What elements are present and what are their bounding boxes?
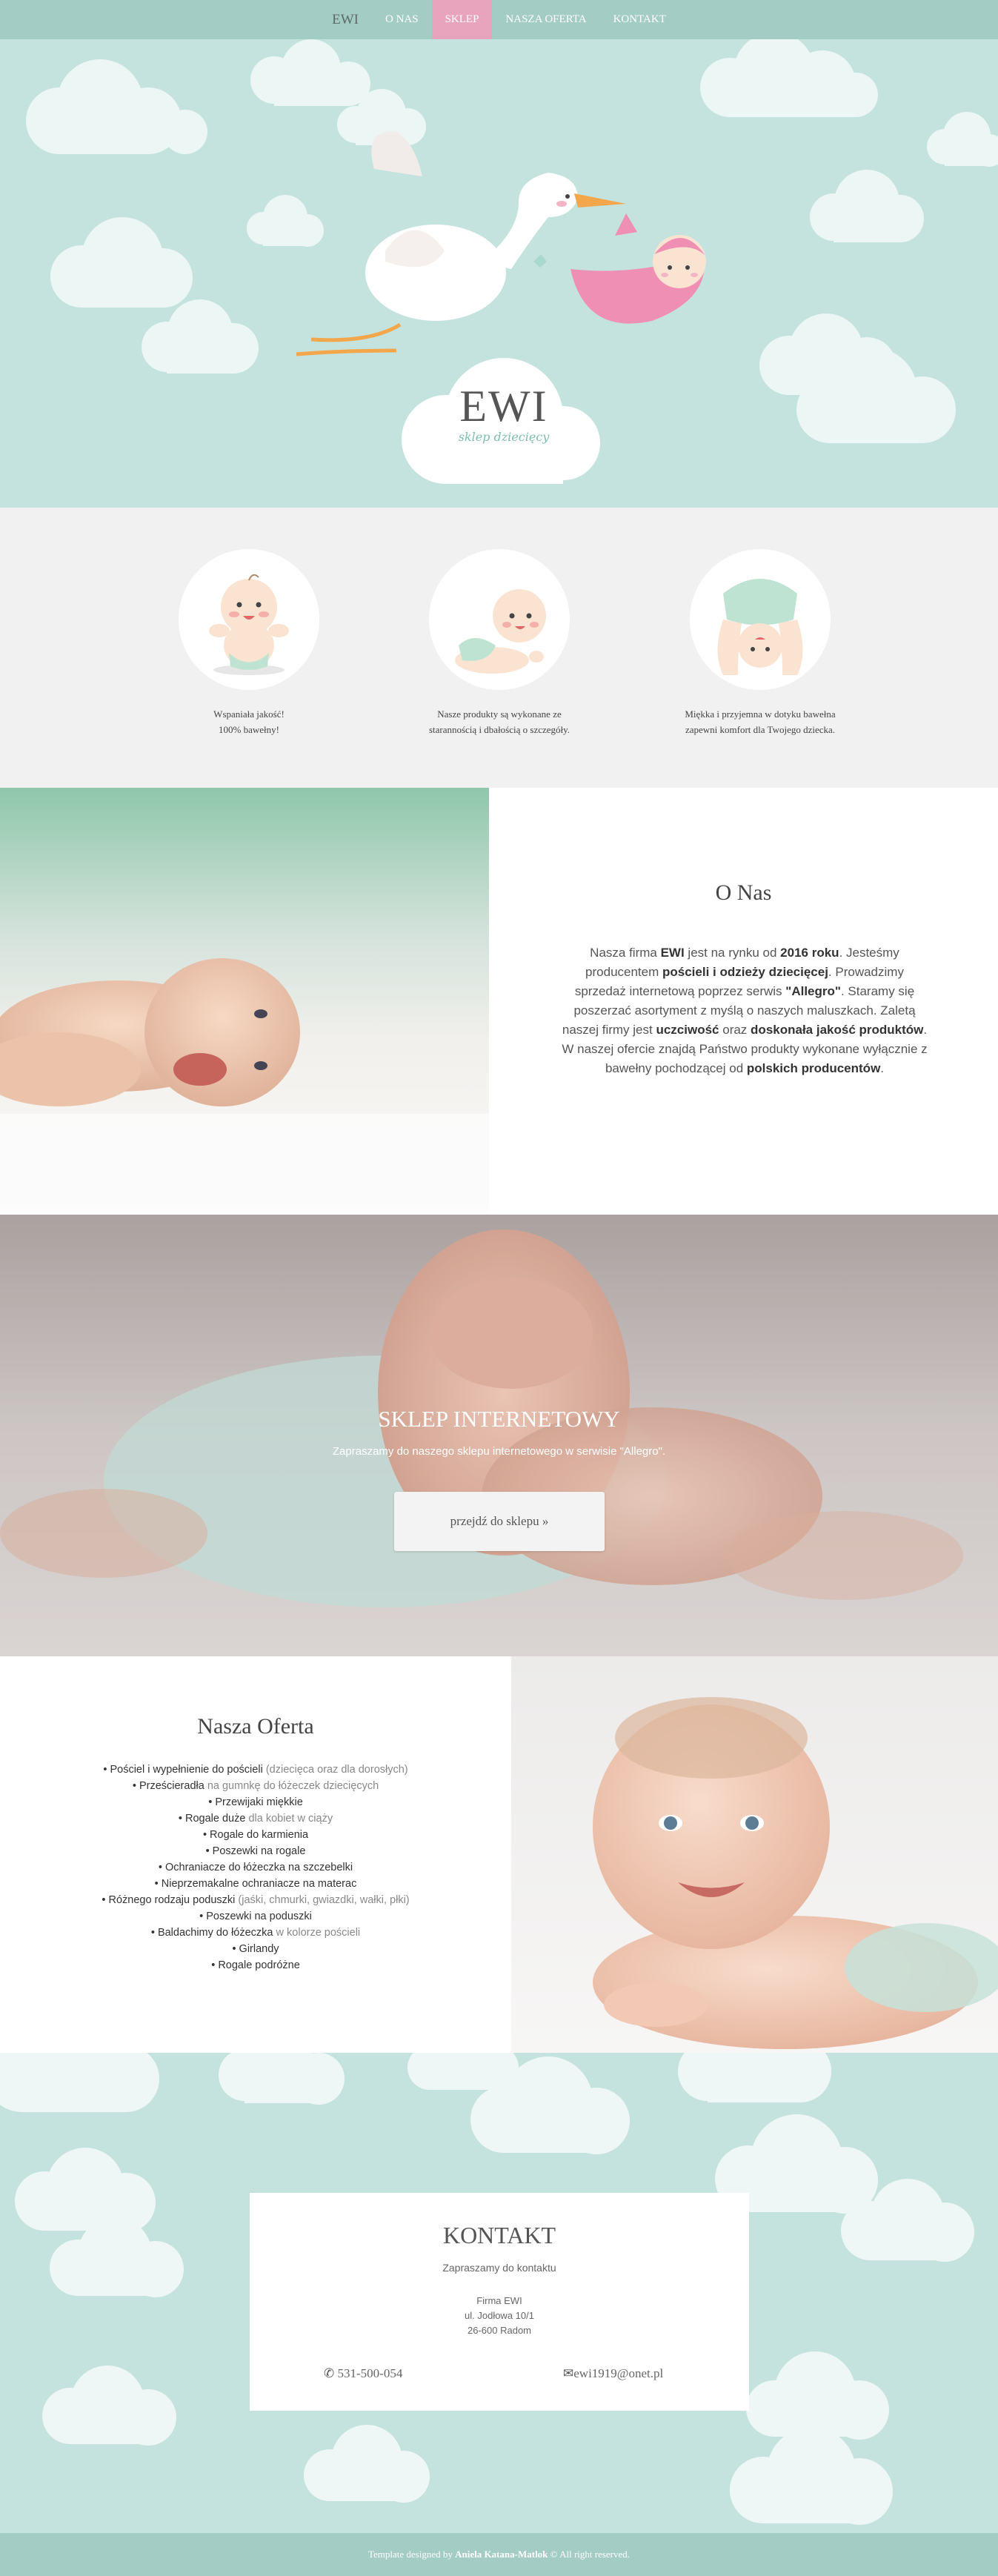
company-name: Firma EWI [476, 2295, 522, 2306]
list-item: Ochraniacze do łóżeczka na szczebelki [0, 1859, 511, 1876]
nav-brand[interactable]: EWI [319, 0, 372, 39]
about-text-block: O Nas Nasza firma EWI jest na rynku od 2… [489, 788, 998, 1215]
feature-text: Wspaniała jakość! 100% bawełny! [213, 708, 285, 735]
feature-text: Nasze produkty są wykonane ze staranności… [428, 708, 570, 735]
feature-comfort: Miękka i przyjemna w dotyku bawełna zapew… [649, 549, 871, 737]
list-item: Nieprzemakalne ochraniacze na materac [0, 1876, 511, 1892]
about-paragraph: Nasza firma EWI jest na rynku od 2016 ro… [562, 946, 928, 1075]
logo-subtitle: sklep dziecięcy [458, 430, 550, 444]
shop-subtitle: Zapraszamy do naszego sklepu internetowe… [332, 1445, 666, 1458]
page-footer: Template designed by Aniela Katana-Matlo… [0, 2533, 998, 2576]
baby-sitting-image [179, 549, 319, 690]
smiling-baby-photo [511, 1656, 998, 2053]
list-item: Rogale do karmienia [0, 1827, 511, 1843]
nav-item-sklep[interactable]: SKLEP [431, 0, 493, 39]
nav-item-nasza-oferta[interactable]: NASZA OFERTA [492, 0, 599, 39]
feature-quality: Wspaniała jakość! 100% bawełny! [138, 549, 360, 737]
contact-card: KONTAKT Zapraszamy do kontaktu Firma EWI… [250, 2193, 749, 2411]
shop-heading: SKLEP INTERNETOWY [378, 1406, 620, 1432]
offer-heading: Nasza Oferta [197, 1714, 314, 1739]
list-item: Prześcieradła na gumnkę do łóżeczek dzie… [0, 1778, 511, 1794]
baby-lying-photo [0, 788, 489, 1215]
list-item: Pościel i wypełnienie do pościeli (dziec… [0, 1762, 511, 1778]
shop-section: SKLEP INTERNETOWY Zapraszamy do naszego … [0, 1215, 998, 1656]
postal-city: 26-600 Radom [468, 2325, 531, 2336]
mail-icon: ✉ [563, 2366, 574, 2380]
contact-heading: KONTAKT [442, 2222, 556, 2248]
about-section: O Nas Nasza firma EWI jest na rynku od 2… [0, 788, 998, 1215]
offer-text-block: Nasza Oferta Pościel i wypełnienie do po… [0, 1656, 511, 2053]
go-to-shop-button[interactable]: przejdź do sklepu » [394, 1492, 605, 1551]
email-link[interactable]: ✉ewi1919@onet.pl [563, 2366, 663, 2381]
nav-item-kontakt[interactable]: KONTAKT [600, 0, 679, 39]
feature-care: Nasze produkty są wykonane ze staranności… [388, 549, 611, 737]
offer-section: Nasza Oferta Pościel i wypełnienie do po… [0, 1656, 998, 2053]
baby-feet-photo [0, 1215, 998, 1656]
baby-upside-down-image [690, 549, 831, 690]
about-heading: O Nas [715, 880, 772, 905]
phone-link[interactable]: ✆ 531-500-054 [324, 2366, 402, 2381]
list-item: Przewijaki miękkie [0, 1794, 511, 1810]
list-item: Poszewki na rogale [0, 1843, 511, 1859]
phone-icon: ✆ [324, 2366, 335, 2380]
logo-title: EWI [459, 382, 548, 431]
nav-item-o-nas[interactable]: O NAS [372, 0, 432, 39]
hero-banner: EWI sklep dziecięcy [0, 39, 998, 508]
list-item: Rogale podróżne [0, 1957, 511, 1974]
list-item: Poszewki na poduszki [0, 1908, 511, 1925]
baby-crawling-image [429, 549, 570, 690]
offer-list: Pościel i wypełnienie do pościeli (dziec… [0, 1762, 511, 1974]
contact-address: Firma EWI ul. Jodłowa 10/1 26-600 Radom [250, 2294, 749, 2338]
features-section: Wspaniała jakość! 100% bawełny! Nasze pro… [0, 508, 998, 788]
feature-text: Miękka i przyjemna w dotyku bawełna zapew… [685, 708, 836, 735]
list-item: Girlandy [0, 1941, 511, 1957]
email-address: ewi1919@onet.pl [573, 2366, 664, 2380]
stork-illustration [296, 131, 706, 356]
top-nav: EWI O NAS SKLEP NASZA OFERTA KONTAKT [0, 0, 998, 39]
footer-author: Aniela Katana-Matlok [455, 2549, 548, 2560]
footer-prefix: Template designed by [367, 2549, 456, 2560]
hero-logo: EWI sklep dziecięcy [445, 384, 563, 444]
list-item: Rogale duże dla kobiet w ciąży [0, 1810, 511, 1827]
street-address: ul. Jodłowa 10/1 [465, 2310, 534, 2321]
contact-subtitle: Zapraszamy do kontaktu [442, 2262, 556, 2274]
list-item: Różnego rodzaju poduszki (jaśki, chmurki… [0, 1892, 511, 1908]
contact-section: KONTAKT Zapraszamy do kontaktu Firma EWI… [0, 2053, 998, 2533]
phone-number: 531-500-054 [337, 2366, 403, 2380]
list-item: Baldachimy do łóżeczka w kolorze pościel… [0, 1925, 511, 1941]
footer-suffix: © All right reserved. [548, 2549, 631, 2560]
